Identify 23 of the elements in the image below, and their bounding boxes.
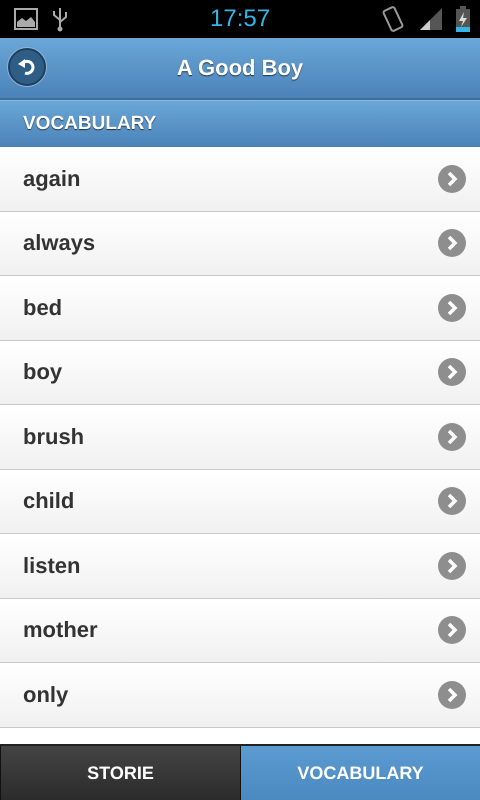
chevron-icon (438, 358, 466, 386)
word-item[interactable]: always (0, 212, 480, 276)
word-item[interactable]: boy (0, 340, 480, 405)
tab[interactable]: STORIE (0, 746, 240, 800)
battery-icon (456, 6, 470, 32)
word-item[interactable]: child (0, 470, 480, 534)
signal-icon (420, 8, 442, 30)
vibrate-icon (380, 5, 406, 33)
back-button[interactable] (8, 48, 46, 86)
image-icon (14, 8, 38, 30)
section-title: VOCABULARY (23, 113, 156, 135)
chevron-icon (438, 616, 466, 644)
chevron-icon (438, 552, 466, 580)
chevron-icon (438, 164, 466, 193)
chevron-icon (438, 487, 466, 516)
word-item[interactable]: mother (0, 598, 480, 663)
chevron-icon (438, 294, 466, 322)
usb-icon (52, 6, 68, 32)
page-title: A Good Boy (176, 55, 304, 81)
chevron-icon (438, 229, 466, 258)
chevron-icon (438, 422, 466, 451)
clock-time: 17:57 (210, 5, 270, 33)
chevron-icon (438, 680, 466, 709)
